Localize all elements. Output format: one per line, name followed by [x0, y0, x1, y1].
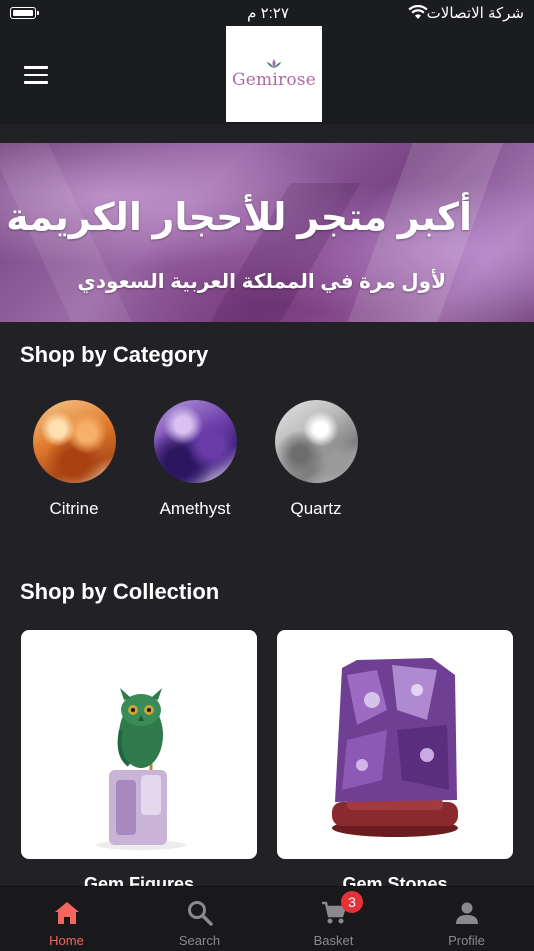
nav-label: Home: [49, 933, 84, 948]
nav-basket[interactable]: 3 Basket: [267, 887, 400, 951]
wifi-icon: [408, 5, 428, 19]
home-icon: [54, 902, 79, 924]
bottom-nav: Home Search 3 Basket Profile: [0, 886, 534, 951]
category-citrine[interactable]: Citrine: [24, 400, 124, 519]
profile-icon: [455, 902, 478, 924]
category-label: Citrine: [49, 499, 99, 518]
nav-label: Search: [178, 933, 221, 948]
status-bar: ٢:٢٧ م شركة الاتصالات: [0, 0, 534, 26]
nav-home[interactable]: Home: [0, 887, 133, 951]
battery-icon: [10, 7, 39, 19]
carrier-name: شركة الاتصالات: [426, 5, 524, 22]
category-amethyst[interactable]: Amethyst: [145, 400, 245, 519]
collection-card-gem-stones[interactable]: [277, 630, 513, 859]
amethyst-image: [153, 400, 237, 483]
nav-search[interactable]: Search: [133, 887, 266, 951]
nav-label: Basket: [313, 933, 354, 948]
quartz-image: [274, 400, 358, 483]
logo-text: Gemirose: [232, 69, 316, 90]
amethyst-cluster-image: [332, 658, 458, 837]
basket-count-badge: 3: [341, 891, 363, 913]
banner-subtitle: لأول مرة في المملكة العربية السعودي: [77, 271, 446, 293]
citrine-image: [32, 400, 116, 483]
menu-icon[interactable]: [24, 66, 48, 84]
nav-profile[interactable]: Profile: [400, 887, 533, 951]
category-label: Amethyst: [159, 499, 231, 518]
lotus-icon: [267, 58, 281, 68]
search-icon: [187, 901, 213, 926]
status-time: ٢:٢٧ م: [247, 5, 289, 22]
nav-label: Profile: [448, 933, 485, 948]
category-section-title: Shop by Category: [20, 342, 209, 367]
category-label: Quartz: [290, 499, 342, 518]
brand-logo[interactable]: Gemirose: [226, 26, 322, 122]
promo-banner[interactable]: أكبر متجر للأحجار الكريمة لأول مرة في ال…: [0, 143, 534, 322]
app-header: Gemirose: [0, 26, 534, 124]
category-quartz[interactable]: Quartz: [266, 400, 366, 519]
owl-figure-image: [96, 688, 186, 850]
collection-card-gem-figures[interactable]: [21, 630, 257, 859]
collection-section-title: Shop by Collection: [20, 579, 220, 604]
banner-title: أكبر متجر للأحجار الكريمة: [6, 197, 472, 239]
